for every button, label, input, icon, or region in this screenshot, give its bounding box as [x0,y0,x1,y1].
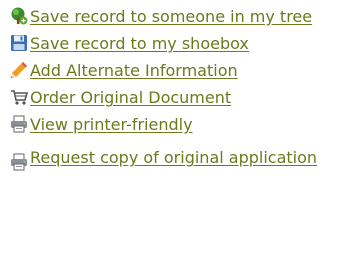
record-actions-panel: Save record to someone in my tree Save r… [0,0,346,257]
pencil-icon [10,61,28,79]
tree-add-icon [10,7,28,25]
printer-icon [10,153,28,171]
view-printer-friendly-label: View printer-friendly [30,115,193,134]
save-to-tree-link[interactable]: Save record to someone in my tree [10,6,346,28]
order-original-document-link[interactable]: Order Original Document [10,87,346,109]
save-to-shoebox-label: Save record to my shoebox [30,34,249,53]
floppy-disk-icon [10,34,28,52]
save-to-tree-label: Save record to someone in my tree [30,7,313,26]
save-to-shoebox-link[interactable]: Save record to my shoebox [10,33,346,55]
printer-icon [10,115,28,133]
add-alternate-info-label: Add Alternate Information [30,61,238,80]
shopping-cart-icon [10,88,28,106]
request-copy-label: Request copy of original application [30,148,318,167]
add-alternate-info-link[interactable]: Add Alternate Information [10,60,346,82]
view-printer-friendly-link[interactable]: View printer-friendly [10,114,346,136]
order-original-document-label: Order Original Document [30,88,232,107]
request-copy-link[interactable]: Request copy of original application [10,144,346,172]
